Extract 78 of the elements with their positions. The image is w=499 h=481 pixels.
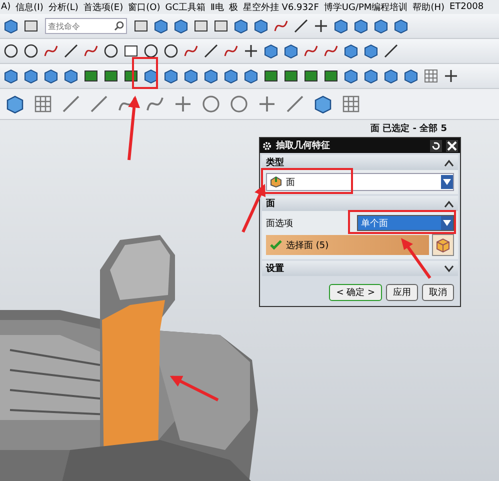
- cube-icon[interactable]: [282, 42, 300, 60]
- face-select-button[interactable]: [432, 234, 454, 256]
- cube-icon[interactable]: [182, 67, 200, 85]
- cube-icon[interactable]: [202, 67, 220, 85]
- close-button[interactable]: [446, 140, 458, 152]
- circle-icon[interactable]: [22, 42, 40, 60]
- cube-icon[interactable]: [2, 67, 20, 85]
- cube-icon[interactable]: [42, 67, 60, 85]
- section-title: 类型: [266, 156, 284, 169]
- option-label: 面选项: [266, 218, 293, 230]
- menu-item[interactable]: A): [1, 2, 11, 12]
- menu-item[interactable]: Ⅱ电: [210, 0, 224, 14]
- dialog-button[interactable]: 应用: [386, 284, 418, 301]
- cube-icon[interactable]: [262, 42, 280, 60]
- cube-icon[interactable]: [372, 17, 390, 35]
- plus-icon[interactable]: [442, 67, 460, 85]
- circle-icon[interactable]: [142, 42, 160, 60]
- status-text: 面 已选定 - 全部 5: [370, 122, 447, 135]
- menu-item[interactable]: 首选项(E): [83, 0, 124, 14]
- search-icon[interactable]: [114, 21, 124, 31]
- line-icon[interactable]: [382, 42, 400, 60]
- cube-icon[interactable]: [232, 17, 250, 35]
- circle-icon[interactable]: [2, 42, 20, 60]
- section-title: 设置: [266, 262, 284, 275]
- type-section-header[interactable]: 类型: [262, 155, 458, 170]
- menu-item[interactable]: 分析(L): [48, 0, 78, 14]
- dialog-title: 抽取几何特征: [276, 140, 331, 152]
- menu-item[interactable]: 博学UG/PM编程培训: [324, 0, 408, 14]
- reset-button[interactable]: [430, 140, 442, 152]
- cube-icon[interactable]: [392, 17, 410, 35]
- annotation-arrow: [401, 238, 432, 279]
- menu-item[interactable]: 星空外挂 V6.932F: [242, 0, 319, 14]
- menu-item[interactable]: ET2008: [450, 2, 484, 12]
- section-title: 面: [266, 198, 275, 210]
- dialog-button[interactable]: 取消: [422, 284, 454, 301]
- cube-icon[interactable]: [222, 67, 240, 85]
- menu-item[interactable]: 信息(I): [16, 0, 44, 14]
- line-icon[interactable]: [62, 42, 80, 60]
- plus-icon[interactable]: [242, 42, 260, 60]
- circle-icon[interactable]: [162, 42, 180, 60]
- cube-icon[interactable]: [152, 17, 170, 35]
- cube-icon[interactable]: [242, 67, 260, 85]
- line-icon[interactable]: [202, 42, 220, 60]
- face-section-header[interactable]: 面: [262, 196, 458, 211]
- cube-icon[interactable]: [252, 17, 270, 35]
- ok-button[interactable]: < 确定 >: [329, 284, 382, 301]
- cube-icon[interactable]: [162, 67, 180, 85]
- select-face-row[interactable]: 选择面 (5): [266, 235, 429, 255]
- cube-icon[interactable]: [382, 67, 400, 85]
- highlight-frame: [132, 57, 158, 89]
- grid-icon[interactable]: [422, 67, 440, 85]
- cube-icon[interactable]: [22, 67, 40, 85]
- annotation-arrow: [128, 96, 140, 160]
- menu-item[interactable]: 帮助(H): [412, 0, 444, 14]
- cube-icon[interactable]: [172, 17, 190, 35]
- cube-icon[interactable]: [332, 17, 350, 35]
- menu-item[interactable]: 窗口(O): [128, 0, 160, 14]
- menu-item[interactable]: 极: [228, 0, 238, 14]
- annotation-arrow: [242, 184, 266, 233]
- cube-icon[interactable]: [362, 67, 380, 85]
- cube-icon[interactable]: [362, 42, 380, 60]
- cube-icon[interactable]: [342, 67, 360, 85]
- annotation-arrow: [170, 376, 219, 402]
- menu-item[interactable]: GC工具箱: [165, 0, 206, 14]
- type-dropdown[interactable]: 面: [266, 173, 454, 191]
- settings-icon[interactable]: [262, 140, 272, 150]
- cube-icon[interactable]: [342, 42, 360, 60]
- line-icon[interactable]: [292, 17, 310, 35]
- settings-section-header[interactable]: 设置: [262, 261, 458, 276]
- face-icon: [270, 176, 282, 188]
- search-field[interactable]: 查找命令: [45, 18, 127, 34]
- circle-icon[interactable]: [102, 42, 120, 60]
- cube-icon[interactable]: [352, 17, 370, 35]
- cube-icon[interactable]: [402, 67, 420, 85]
- cube-icon[interactable]: [62, 67, 80, 85]
- cube-icon-button[interactable]: [2, 17, 20, 35]
- face-option-dropdown[interactable]: 单个面: [357, 215, 454, 231]
- plus-icon[interactable]: [312, 17, 330, 35]
